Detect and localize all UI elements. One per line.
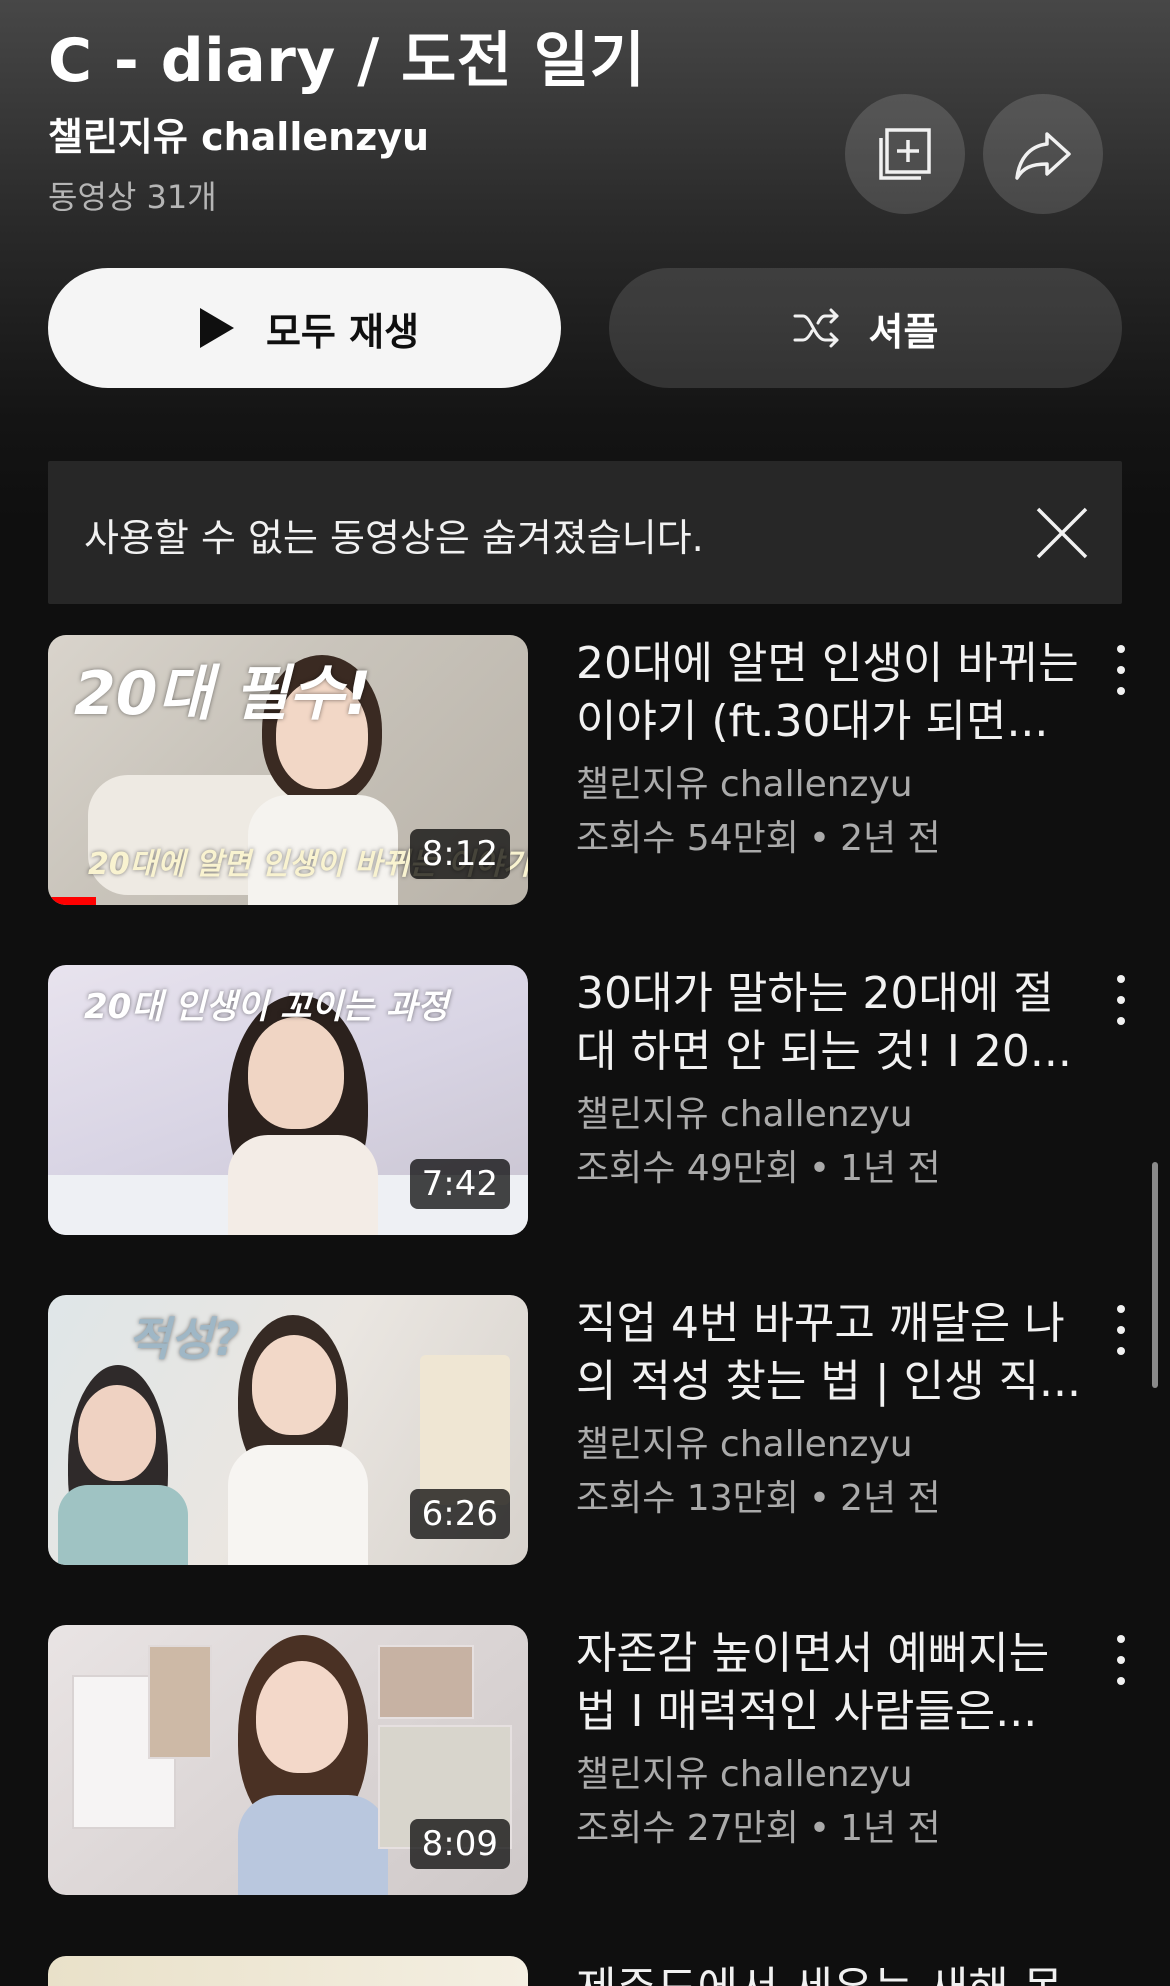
- playlist-video-item[interactable]: 20대 필수! 20대에 알면 인생이 바뀌는 이야기 8:12 20대에 알면…: [48, 635, 1128, 905]
- video-thumbnail[interactable]: [48, 1956, 528, 1986]
- video-duration: 6:26: [409, 1489, 510, 1539]
- share-arrow-icon: [1015, 132, 1071, 180]
- shuffle-label: 셔플: [868, 309, 939, 354]
- share-button[interactable]: [983, 94, 1103, 214]
- video-title-line: 이야기 (ft.30대가 되면...: [576, 696, 1049, 747]
- video-channel: 챌린지유 challenzyu: [576, 1424, 913, 1465]
- watch-progress-bar: [48, 897, 96, 905]
- thumbnail-headline: 20대 필수!: [74, 659, 372, 729]
- video-age: 1년 전: [840, 1148, 941, 1189]
- video-thumbnail[interactable]: 적성? 6:26: [48, 1295, 528, 1565]
- video-title-line: 법 I 매력적인 사람들은...: [576, 1686, 1038, 1737]
- video-title[interactable]: 자존감 높이면서 예뻐지는 법 I 매력적인 사람들은...: [576, 1625, 1136, 1741]
- more-vert-icon[interactable]: [1106, 645, 1136, 695]
- video-count: 동영상 31개: [48, 178, 217, 216]
- video-title-line: 직업 4번 바꾸고 깨달은 나: [576, 1298, 1065, 1349]
- video-meta: 조회수 27만회 • 1년 전: [576, 1799, 941, 1851]
- video-title[interactable]: 20대에 알면 인생이 바뀌는 이야기 (ft.30대가 되면...: [576, 635, 1136, 751]
- more-vert-icon[interactable]: [1106, 1635, 1136, 1685]
- video-channel: 챌린지유 challenzyu: [576, 1754, 913, 1795]
- play-all-button[interactable]: 모두 재생: [48, 268, 561, 388]
- video-duration: 7:42: [409, 1159, 510, 1209]
- video-age: 2년 전: [840, 818, 941, 859]
- playlist-add-icon: [879, 128, 931, 180]
- video-views: 조회수 49만회: [576, 1148, 799, 1189]
- separator-dot: •: [808, 818, 831, 859]
- playlist-page: C - diary / 도전 일기 챌린지유 challenzyu 동영상 31…: [0, 0, 1170, 1986]
- video-title[interactable]: 제주도에서 세우는 새해 목: [576, 1952, 1063, 1986]
- thumbnail-headline: 20대 인생이 꼬이는 과정: [84, 987, 449, 1027]
- more-vert-icon[interactable]: [1106, 975, 1136, 1025]
- separator-dot: •: [808, 1478, 831, 1519]
- video-meta: 조회수 13만회 • 2년 전: [576, 1469, 941, 1521]
- video-meta: 조회수 49만회 • 1년 전: [576, 1139, 941, 1191]
- video-channel: 챌린지유 challenzyu: [576, 764, 913, 805]
- video-title-line: 30대가 말하는 20대에 절: [576, 968, 1054, 1019]
- video-thumbnail[interactable]: 20대 필수! 20대에 알면 인생이 바뀌는 이야기 8:12: [48, 635, 528, 905]
- save-playlist-button[interactable]: [845, 94, 965, 214]
- notice-text: 사용할 수 없는 동영상은 숨겨졌습니다.: [84, 516, 704, 560]
- hidden-videos-notice: 사용할 수 없는 동영상은 숨겨졌습니다.: [48, 461, 1122, 604]
- playlist-title: C - diary / 도전 일기: [48, 26, 646, 96]
- separator-dot: •: [808, 1148, 831, 1189]
- play-all-label: 모두 재생: [265, 309, 420, 354]
- video-title-line: 의 적성 찾는 법 | 인생 직...: [576, 1356, 1082, 1407]
- video-duration: 8:09: [409, 1819, 510, 1869]
- video-duration: 8:12: [409, 829, 510, 879]
- video-age: 1년 전: [840, 1808, 941, 1849]
- separator-dot: •: [808, 1808, 831, 1849]
- more-vert-icon[interactable]: [1106, 1305, 1136, 1355]
- video-title-line: 20대에 알면 인생이 바뀌는: [576, 638, 1079, 689]
- video-thumbnail[interactable]: 8:09: [48, 1625, 528, 1895]
- play-icon: [199, 308, 234, 348]
- video-views: 조회수 54만회: [576, 818, 799, 859]
- thumbnail-headline: 적성?: [128, 1312, 240, 1366]
- video-age: 2년 전: [840, 1478, 941, 1519]
- playlist-video-item[interactable]: 적성? 6:26 직업 4번 바꾸고 깨달은 나 의 적성 찾는 법 | 인생 …: [48, 1295, 1128, 1565]
- shuffle-button[interactable]: 셔플: [609, 268, 1122, 388]
- scrollbar[interactable]: [1152, 1162, 1158, 1388]
- video-meta: 조회수 54만회 • 2년 전: [576, 809, 941, 861]
- video-title-line: 대 하면 안 되는 것! I 20...: [576, 1026, 1072, 1077]
- playlist-channel[interactable]: 챌린지유 challenzyu: [48, 106, 429, 161]
- close-icon[interactable]: [1032, 503, 1092, 563]
- playlist-video-item[interactable]: 20대 인생이 꼬이는 과정 7:42 30대가 말하는 20대에 절 대 하면…: [48, 965, 1128, 1235]
- playlist-video-item[interactable]: 8:09 자존감 높이면서 예뻐지는 법 I 매력적인 사람들은... 챌린지유…: [48, 1625, 1128, 1895]
- video-thumbnail[interactable]: 20대 인생이 꼬이는 과정 7:42: [48, 965, 528, 1235]
- video-views: 조회수 27만회: [576, 1808, 799, 1849]
- video-views: 조회수 13만회: [576, 1478, 799, 1519]
- video-title[interactable]: 직업 4번 바꾸고 깨달은 나 의 적성 찾는 법 | 인생 직...: [576, 1295, 1136, 1411]
- video-channel: 챌린지유 challenzyu: [576, 1094, 913, 1135]
- shuffle-icon: [793, 308, 839, 348]
- video-title[interactable]: 30대가 말하는 20대에 절 대 하면 안 되는 것! I 20...: [576, 965, 1136, 1081]
- video-title-line: 자존감 높이면서 예뻐지는: [576, 1628, 1050, 1679]
